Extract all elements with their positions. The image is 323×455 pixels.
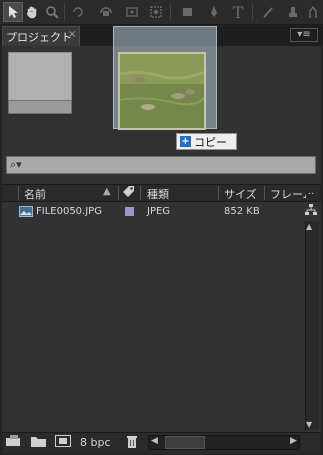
- column-header-frame[interactable]: フレーム: [270, 186, 306, 202]
- trash-icon[interactable]: [126, 435, 138, 451]
- color-depth-button[interactable]: 8 bpc: [80, 436, 111, 449]
- column-divider[interactable]: [18, 186, 19, 200]
- sort-ascending-icon[interactable]: ▲: [103, 186, 111, 197]
- plus-icon: +: [180, 136, 191, 147]
- column-divider[interactable]: [140, 186, 141, 200]
- tab-close-icon[interactable]: ×: [68, 29, 76, 40]
- stamp-tool-icon[interactable]: [283, 2, 303, 22]
- toolbar-separator: [170, 4, 171, 20]
- selection-tool-icon[interactable]: [3, 2, 23, 22]
- column-header-name[interactable]: 名前: [24, 186, 46, 202]
- file-name: FILE0050.JPG: [36, 206, 102, 217]
- new-folder-icon[interactable]: [31, 435, 47, 450]
- scroll-left-icon[interactable]: ◀: [151, 436, 158, 446]
- file-type: JPEG: [147, 206, 171, 217]
- search-input[interactable]: [6, 156, 316, 174]
- camera-tool-icon[interactable]: [96, 2, 116, 22]
- flowchart-icon[interactable]: [305, 204, 317, 219]
- drag-ghost-image: [118, 52, 206, 130]
- vertical-scrollbar[interactable]: [305, 221, 319, 430]
- new-composition-icon[interactable]: [55, 435, 71, 450]
- hand-tool-icon[interactable]: [22, 2, 42, 22]
- rotate-tool-icon[interactable]: [68, 2, 88, 22]
- column-divider[interactable]: [118, 186, 119, 200]
- file-size: 852 KB: [224, 206, 260, 217]
- tab-project-label: プロジェクト: [6, 31, 72, 44]
- brush-tool-icon[interactable]: [258, 2, 278, 22]
- rectangle-tool-icon[interactable]: [178, 2, 198, 22]
- scroll-down-icon[interactable]: ▼: [306, 420, 312, 429]
- search-icon[interactable]: ⌕▾: [10, 158, 22, 172]
- column-divider[interactable]: [218, 186, 219, 200]
- horizontal-scrollbar-thumb[interactable]: [165, 436, 205, 449]
- copy-tooltip-label: コピー: [194, 135, 227, 149]
- pan-behind-tool-icon-2[interactable]: [146, 2, 166, 22]
- pan-behind-tool-icon[interactable]: [122, 2, 142, 22]
- type-tool-icon[interactable]: T: [228, 2, 248, 22]
- interpret-footage-icon[interactable]: [6, 435, 22, 450]
- label-tag-icon[interactable]: [122, 185, 136, 202]
- pen-tool-icon[interactable]: [204, 2, 224, 22]
- scroll-right-icon[interactable]: ▶: [290, 436, 297, 446]
- scroll-up-icon[interactable]: ▲: [306, 222, 312, 231]
- panel-menu-icon[interactable]: ▾≡: [290, 28, 318, 42]
- column-header-size[interactable]: サイズ: [224, 186, 257, 202]
- image-file-icon: [19, 206, 33, 220]
- more-columns-icon[interactable]: ..: [308, 186, 314, 197]
- preview-thumbnail-bar: [8, 100, 72, 114]
- label-color-swatch[interactable]: [125, 207, 134, 216]
- zoom-tool-icon[interactable]: [42, 2, 62, 22]
- toolbar-separator: [252, 4, 253, 20]
- column-divider[interactable]: [264, 186, 265, 200]
- puppet-tool-icon[interactable]: [303, 2, 323, 22]
- column-header-type[interactable]: 種類: [147, 186, 169, 202]
- copy-tooltip: + コピー: [176, 133, 237, 150]
- toolbar-separator: [64, 4, 65, 20]
